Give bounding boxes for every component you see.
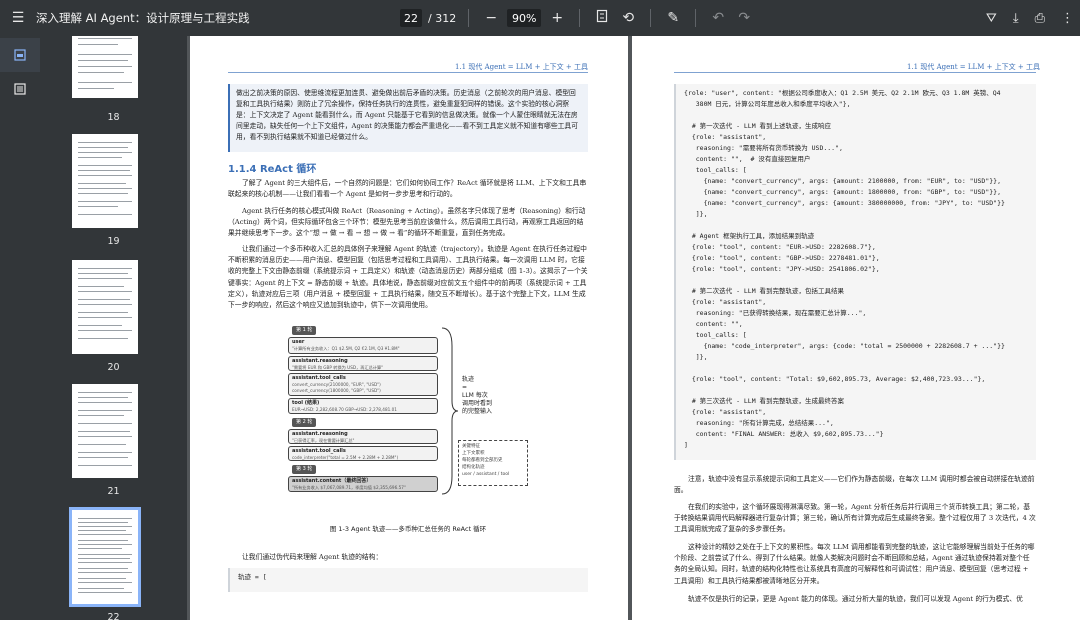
brace-label: 的完整输入 <box>462 408 493 415</box>
box-title: assistant.reasoning <box>292 358 348 364</box>
turn-label: 第 3 轮 <box>292 465 317 474</box>
box-title: assistant.reasoning <box>292 431 348 437</box>
page-thumbnail[interactable] <box>72 134 138 228</box>
feature-item: 每轮都看到全部历史 <box>462 458 503 463</box>
figure-box-reasoning: assistant.reasoning "需要将 EUR 和 GBP 转换为 U… <box>288 356 438 371</box>
divider <box>579 9 581 27</box>
paragraph: 在我们的实验中，这个循环展现得淋漓尽致。第一轮，Agent 分析任务后并行调用三… <box>674 503 1036 534</box>
code-block: {role: "user", content: "根据公司季度收入：Q1 2.5… <box>674 84 1036 460</box>
box-subtitle: "需要将 EUR 和 GBP 转换为 USD，再汇总计算" <box>292 365 384 370</box>
brace-label: 轨迹 <box>462 376 475 383</box>
figure-box-tool-calls: assistant.tool_calls code_interpreter("t… <box>288 446 438 461</box>
thumbnail-page-number: 22 <box>107 612 120 620</box>
figure-caption: 图 1-3 Agent 轨迹——多币种汇总任务的 ReAct 循环 <box>329 525 487 533</box>
box-subtitle: code_interpreter("total = 2.5M + 2.28M +… <box>292 455 399 460</box>
figure-box-tool-result: tool (结果) EUR→USD: 2,282,608.70 GBP→USD:… <box>288 398 438 414</box>
feature-item: 上下文累积 <box>462 451 485 456</box>
paragraph: 了解了 Agent 的三大组件后，一个自然的问题是：它们如何协同工作？ReAct… <box>228 179 587 199</box>
thumbnail-page-number: 21 <box>107 486 120 497</box>
thumbnails-view-icon[interactable] <box>0 38 40 72</box>
thumbnail-panel: 18 19 20 21 22 <box>40 36 187 620</box>
paragraph: 注意，轨迹中没有显示系统提示词和工具定义——它们作为静态前缀，在每次 LLM 调… <box>674 475 1035 495</box>
figure-box-reasoning: assistant.reasoning "已获得汇率，现在需要计算汇总" <box>288 429 438 444</box>
feature-title: 关键特征 <box>462 444 480 449</box>
page-thumbnail-selected[interactable] <box>69 507 141 607</box>
header-rule <box>228 72 588 73</box>
document-title: 深入理解 AI Agent：设计原理与工程实践 <box>36 11 250 25</box>
annotate-pen-icon[interactable]: ✎ <box>663 10 683 26</box>
section-title: 1.1.4 ReAct 循环 <box>228 164 317 175</box>
thumbnail-page-number: 19 <box>107 236 120 247</box>
download-icon[interactable]: ⤓ <box>1013 11 1019 26</box>
menu-icon[interactable]: ☰ <box>0 0 36 36</box>
box-title: assistant.tool_calls <box>292 375 346 381</box>
header-rule <box>674 72 1036 73</box>
paragraph: 让我们通过伪代码来理解 Agent 轨迹的结构： <box>242 553 383 561</box>
more-options-icon[interactable]: ⋮ <box>1061 11 1074 26</box>
paragraph: 这种设计的精妙之处在于上下文的累积性。每次 LLM 调用都能看到完整的轨迹，这让… <box>674 543 1035 585</box>
box-title: assistant.content（最终回答） <box>292 478 372 484</box>
document-page-right: 1.1 现代 Agent = LLM + 上下文 + 工具 {role: "us… <box>632 36 1080 620</box>
viewer-toolbar: ☰ 深入理解 AI Agent：设计原理与工程实践 22 / 312 − 90%… <box>0 0 1080 36</box>
page-number-input[interactable]: 22 <box>400 9 422 27</box>
box-subtitle: EUR→USD: 2,282,608.70 GBP→USD: 2,278,481… <box>292 407 397 412</box>
thumbnail-page-number: 20 <box>107 362 120 373</box>
outline-view-icon[interactable] <box>0 72 40 106</box>
key-features-box: 关键特征 上下文累积 每轮都看到全部历史 结构化轨迹 user / assist… <box>458 440 528 486</box>
turn-label: 第 1 轮 <box>292 326 317 335</box>
figure-box-final-answer: assistant.content（最终回答） "所有业务收入 $7,067,0… <box>288 476 438 492</box>
divider <box>695 9 697 27</box>
toolbar-right-controls: ⛛ ⤓ ⎙ ⋮ <box>986 0 1074 36</box>
running-head: 1.1 现代 Agent = LLM + 上下文 + 工具 <box>455 63 588 71</box>
brace-label: = <box>462 384 468 391</box>
sidebar-rail <box>0 36 40 620</box>
turn-label: 第 2 轮 <box>292 418 317 427</box>
box-title: user <box>292 339 305 345</box>
paragraph: Agent 执行任务的核心模式叫做 ReAct（Reasoning + Acti… <box>228 207 586 238</box>
rotate-icon[interactable]: ⟲ <box>618 10 638 26</box>
redo-icon[interactable]: ↷ <box>734 10 754 26</box>
feature-item: 结构化轨迹 <box>462 465 485 470</box>
box-subtitle: convert_currency(1800000, "GBP", "USD") <box>292 388 381 393</box>
zoom-out-icon[interactable]: − <box>481 10 501 26</box>
box-title: assistant.tool_calls <box>292 448 346 454</box>
insight-callout: 做出之前决策的原因、使思维流程更加连贯、避免做出前后矛盾的决策。历史消息（之前轮… <box>228 84 588 152</box>
page-thumbnail[interactable] <box>72 260 138 354</box>
toolbar-center-controls: 22 / 312 − 90% + ⟲ ✎ ↶ ↷ <box>400 0 754 36</box>
brace-label: LLM 每次 <box>462 392 488 399</box>
trajectory-figure: 第 1 轮 user "计算所有业务收入：Q1 $2.5M, Q2 €2.1M,… <box>288 326 538 512</box>
figure-brace <box>441 327 459 495</box>
box-title: tool (结果) <box>292 400 320 406</box>
print-icon[interactable]: ⎙ <box>1035 11 1045 26</box>
running-head: 1.1 现代 Agent = LLM + 上下文 + 工具 <box>907 63 1040 71</box>
total-pages: / 312 <box>428 11 457 25</box>
box-subtitle: "所有业务收入 $7,067,089.71，季度均值 $2,355,696.57… <box>292 485 406 490</box>
thumbnail-page-number: 18 <box>107 112 120 123</box>
figure-box-tool-calls: assistant.tool_calls convert_currency(21… <box>288 373 438 396</box>
divider <box>468 9 470 27</box>
drive-icon[interactable]: ⛛ <box>986 11 997 26</box>
box-subtitle: "计算所有业务收入：Q1 $2.5M, Q2 €2.1M, Q3 ¥1.8M" <box>292 346 400 351</box>
paragraph: 让我们通过一个多币种收入汇总的具体例子来理解 Agent 的轨迹（traject… <box>228 245 588 310</box>
divider <box>650 9 652 27</box>
page-thumbnail[interactable] <box>72 384 138 478</box>
undo-icon[interactable]: ↶ <box>708 10 728 26</box>
paragraph: 轨迹不仅是执行的记录，更是 Agent 能力的体现。通过分析大量的轨迹，我们可以… <box>688 595 1023 603</box>
document-page-left: 1.1 现代 Agent = LLM + 上下文 + 工具 做出之前决策的原因、… <box>190 36 628 620</box>
zoom-input[interactable]: 90% <box>507 9 542 27</box>
zoom-in-icon[interactable]: + <box>547 10 567 26</box>
feature-item: user / assistant / tool <box>462 472 510 477</box>
fit-page-icon[interactable] <box>592 9 612 27</box>
figure-box-user: user "计算所有业务收入：Q1 $2.5M, Q2 €2.1M, Q3 ¥1… <box>288 337 438 354</box>
brace-label: 调用时看到 <box>462 400 493 407</box>
page-thumbnail[interactable] <box>72 36 138 98</box>
box-subtitle: "已获得汇率，现在需要计算汇总" <box>292 438 355 443</box>
code-block: 轨迹 = [ <box>228 568 588 592</box>
